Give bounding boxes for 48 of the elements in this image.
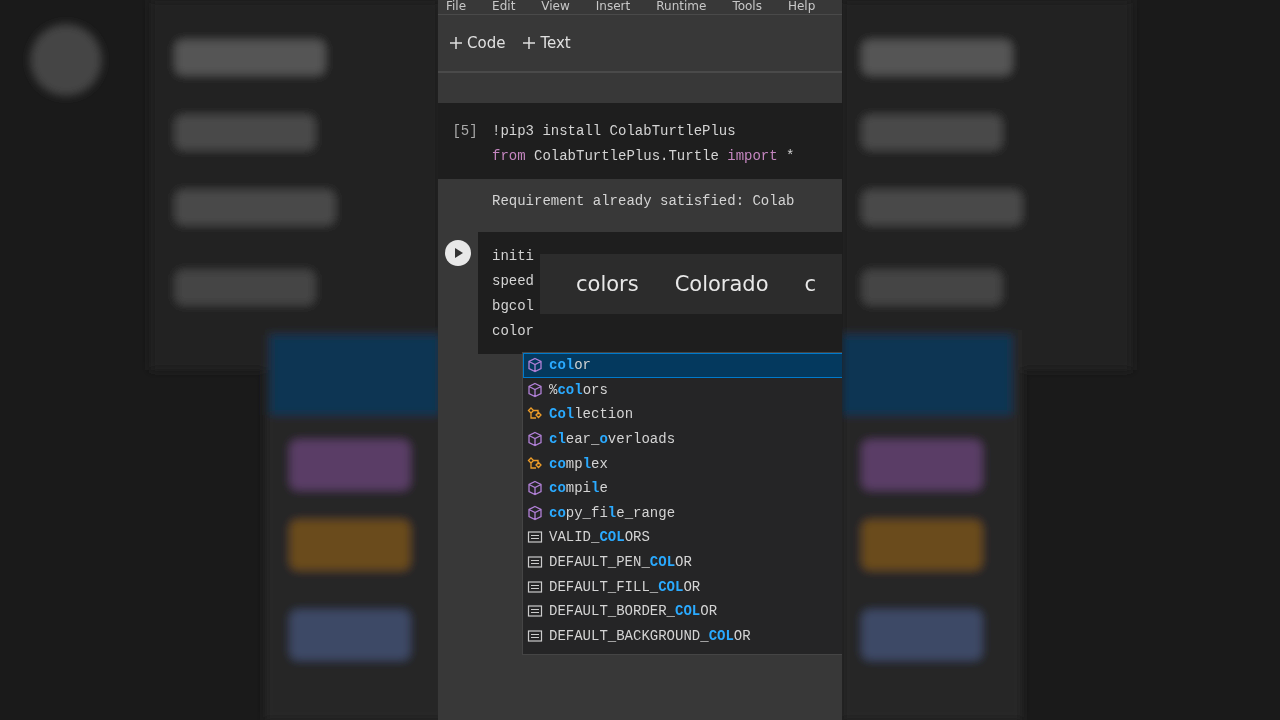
cube-icon <box>527 357 543 374</box>
code-line: color <box>492 322 534 341</box>
code-line: initi <box>492 247 534 266</box>
text-lines-icon <box>527 603 543 620</box>
word-suggestion[interactable]: colors <box>576 272 639 296</box>
code-line: speed <box>492 272 534 291</box>
text-lines-icon <box>527 529 543 546</box>
code-line: bgcol <box>492 297 534 316</box>
completion-item[interactable]: DEFAULT_BORDER_COLOR <box>523 598 842 624</box>
completion-item[interactable]: VALID_COLORS <box>523 525 842 550</box>
menu-item[interactable]: Tools <box>732 0 762 12</box>
add-cell-button[interactable]: Code <box>450 34 506 52</box>
completion-item[interactable]: color <box>523 353 842 378</box>
execution-count: [5] <box>452 122 478 141</box>
completion-item[interactable]: complex <box>523 451 842 476</box>
cell-output: Requirement already satisfied: Colab <box>492 193 795 209</box>
menu-item[interactable]: Runtime <box>656 0 707 12</box>
word-suggestion[interactable]: Colorado <box>674 272 769 296</box>
completion-item[interactable]: copy_file_range <box>523 500 842 526</box>
menu-item[interactable]: Insert <box>595 0 631 12</box>
code-line: from ColabTurtlePlus.Turtle import * <box>492 147 795 166</box>
text-lines-icon <box>527 578 543 595</box>
menu-item[interactable]: View <box>541 0 570 12</box>
text-lines-icon <box>527 627 543 644</box>
menu-item[interactable]: Help <box>787 0 816 12</box>
cube-icon <box>527 480 543 497</box>
code-line: !pip3 install ColabTurtlePlus <box>492 122 737 141</box>
completion-item[interactable]: clear_overloads <box>523 426 842 452</box>
menu-item[interactable]: Edit <box>492 0 516 12</box>
cube-icon <box>527 504 543 521</box>
run-button[interactable] <box>445 240 471 266</box>
completion-item[interactable]: DEFAULT_BACKGROUND_COLOR <box>523 623 842 649</box>
code-cell[interactable]: [5] !pip3 install ColabTurtlePlus from ColabTurtlePlus.Turtle import * <box>438 103 842 179</box>
cube-icon <box>527 381 543 398</box>
word-suggestion[interactable]: c <box>804 272 817 296</box>
completion-item[interactable]: Collection <box>523 402 842 427</box>
add-cell-button[interactable]: Text <box>523 34 571 52</box>
plus-icon <box>450 37 462 49</box>
play-icon <box>452 247 464 259</box>
completion-item[interactable]: DEFAULT_PEN_COLOR <box>523 549 842 575</box>
completion-item[interactable]: DEFAULT_FILL_COLOR <box>523 574 842 599</box>
completion-item[interactable]: compile <box>523 475 842 501</box>
completion-item[interactable]: %colors <box>523 377 842 403</box>
text-lines-icon <box>527 554 543 571</box>
class-icon <box>527 455 543 472</box>
menu-item[interactable]: File <box>446 0 467 12</box>
plus-icon <box>523 37 536 49</box>
cube-icon <box>527 431 543 448</box>
